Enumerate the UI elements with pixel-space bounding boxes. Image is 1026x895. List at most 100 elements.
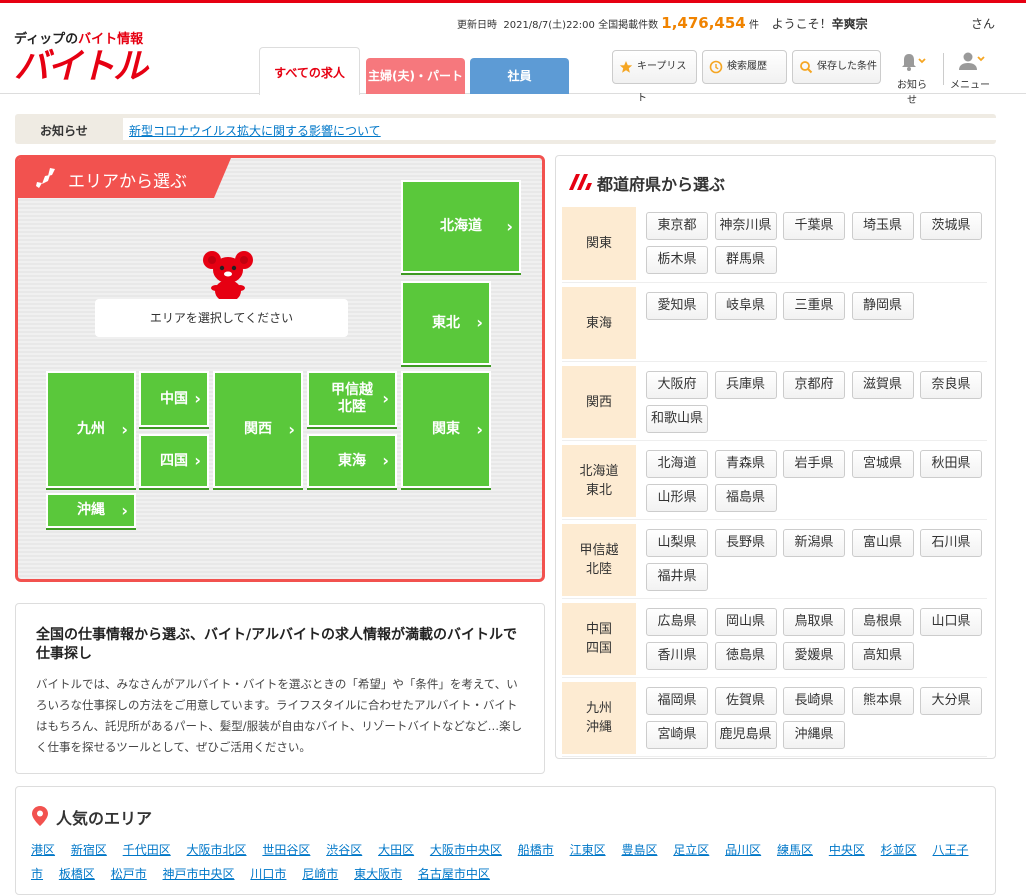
prefecture-button[interactable]: 宮崎県 <box>646 721 708 749</box>
prefecture-button[interactable]: 茨城県 <box>920 212 982 240</box>
prefecture-button[interactable]: 福岡県 <box>646 687 708 715</box>
popular-area-link[interactable]: 杉並区 <box>881 843 917 857</box>
popular-area-link[interactable]: 港区 <box>31 843 55 857</box>
popular-area-link[interactable]: 尼崎市 <box>302 867 338 881</box>
prefecture-button[interactable]: 埼玉県 <box>851 212 914 240</box>
tab-employee[interactable]: 社員 <box>470 58 569 94</box>
search-history-button[interactable]: 検索履歴 <box>702 50 787 84</box>
prefecture-button[interactable]: 北海道 <box>646 450 708 478</box>
prefecture-button[interactable]: 長崎県 <box>783 687 845 715</box>
popular-area-link[interactable]: 大田区 <box>378 843 414 857</box>
prefecture-button[interactable]: 京都府 <box>783 371 845 399</box>
popular-area-link[interactable]: 江東区 <box>570 843 606 857</box>
keep-list-button[interactable]: キープリスト <box>612 50 697 104</box>
popular-area-link[interactable]: 板橋区 <box>59 867 95 881</box>
prefecture-button[interactable]: 東京都 <box>646 212 708 240</box>
updated-label: 更新日時 <box>457 20 497 31</box>
prefecture-button[interactable]: 和歌山県 <box>646 405 708 433</box>
region-chugoku[interactable]: 中国 › <box>139 371 209 427</box>
notice-link[interactable]: 新型コロナウイルス拡大に関する影響について <box>129 124 381 138</box>
region-kansai[interactable]: 関西 › <box>213 371 303 488</box>
region-kyushu[interactable]: 九州 › <box>46 371 136 488</box>
saved-conditions-button[interactable]: 保存した条件 <box>792 50 881 84</box>
menu-label: メニュー <box>950 80 990 91</box>
popular-area-link[interactable]: 松戸市 <box>111 867 147 881</box>
prefecture-button[interactable]: 千葉県 <box>783 212 845 240</box>
popular-area-links: 港区 新宿区 千代田区 大阪市北区 世田谷区 渋谷区 大田区 大阪市中央区 船橋… <box>31 838 981 886</box>
baitoru-logo[interactable]: バイトル <box>14 48 148 86</box>
prefecture-button[interactable]: 徳島県 <box>714 642 777 670</box>
popular-area-link[interactable]: 神戸市中央区 <box>163 867 235 881</box>
prefecture-button[interactable]: 奈良県 <box>920 371 982 399</box>
prefecture-button[interactable]: 岡山県 <box>714 608 777 636</box>
region-okinawa[interactable]: 沖縄 › <box>46 493 136 528</box>
region-tohoku[interactable]: 東北 › <box>401 281 491 365</box>
total-unit: 件 <box>748 20 759 31</box>
logo-tagline-highlight: バイト情報 <box>78 32 144 47</box>
prefecture-button[interactable]: 香川県 <box>646 642 708 670</box>
prefecture-button[interactable]: 福井県 <box>646 563 708 591</box>
prefecture-button[interactable]: 鹿児島県 <box>714 721 777 749</box>
prefecture-button[interactable]: 石川県 <box>920 529 982 557</box>
prefecture-button[interactable]: 熊本県 <box>851 687 914 715</box>
prefecture-button[interactable]: 長野県 <box>714 529 777 557</box>
popular-area-link[interactable]: 品川区 <box>725 843 761 857</box>
prefecture-button[interactable]: 山梨県 <box>646 529 708 557</box>
prefecture-button[interactable]: 愛媛県 <box>783 642 845 670</box>
popular-area-link[interactable]: 豊島区 <box>621 843 657 857</box>
prefecture-button[interactable]: 大阪府 <box>646 371 708 399</box>
prefecture-button[interactable]: 佐賀県 <box>714 687 777 715</box>
tab-part-time[interactable]: 主婦(夫)・パート <box>366 58 465 94</box>
region-shikoku[interactable]: 四国 › <box>139 434 209 488</box>
popular-area-link[interactable]: 渋谷区 <box>326 843 362 857</box>
prefecture-button[interactable]: 滋賀県 <box>851 371 914 399</box>
prefecture-button[interactable]: 栃木県 <box>646 246 708 274</box>
prefecture-button[interactable]: 岐阜県 <box>714 292 777 320</box>
menu-button[interactable]: メニュー <box>950 51 990 91</box>
prefecture-button[interactable]: 神奈川県 <box>714 212 777 240</box>
region-tokai[interactable]: 東海 › <box>307 434 397 488</box>
region-hokkaido[interactable]: 北海道 › <box>401 180 521 273</box>
prefecture-button[interactable]: 静岡県 <box>851 292 914 320</box>
prefecture-button[interactable]: 岩手県 <box>783 450 845 478</box>
prefecture-button[interactable]: 兵庫県 <box>714 371 777 399</box>
prefecture-button[interactable]: 高知県 <box>851 642 914 670</box>
prefecture-button[interactable]: 島根県 <box>851 608 914 636</box>
prefecture-button[interactable]: 沖縄県 <box>783 721 845 749</box>
popular-area-link[interactable]: 名古屋市中区 <box>418 867 490 881</box>
prefecture-button[interactable]: 青森県 <box>714 450 777 478</box>
popular-area-link[interactable]: 足立区 <box>673 843 709 857</box>
notifications-button[interactable]: お知らせ <box>893 51 931 106</box>
prefecture-button[interactable]: 鳥取県 <box>783 608 845 636</box>
popular-area-link[interactable]: 千代田区 <box>123 843 171 857</box>
popular-area-link[interactable]: 大阪市北区 <box>187 843 247 857</box>
area-panel-header: エリアから選ぶ <box>18 158 231 198</box>
prefecture-button[interactable]: 福島県 <box>714 484 777 512</box>
prefecture-button[interactable]: 三重県 <box>783 292 845 320</box>
prefecture-button[interactable]: 群馬県 <box>714 246 777 274</box>
honorific: さん <box>970 17 995 31</box>
prefecture-button[interactable]: 愛知県 <box>646 292 708 320</box>
popular-area-link[interactable]: 東大阪市 <box>354 867 402 881</box>
popular-area-link[interactable]: 川口市 <box>250 867 286 881</box>
prefecture-button[interactable]: 大分県 <box>920 687 982 715</box>
popular-area-link[interactable]: 練馬区 <box>777 843 813 857</box>
prefecture-button[interactable]: 広島県 <box>646 608 708 636</box>
popular-area-link[interactable]: 世田谷区 <box>262 843 310 857</box>
tab-all-jobs[interactable]: すべての求人 <box>259 47 360 95</box>
popular-area-link[interactable]: 中央区 <box>829 843 865 857</box>
region-koshinetsu-hokuriku[interactable]: 甲信越 北陸 › <box>307 371 397 427</box>
popular-area-link[interactable]: 船橋市 <box>518 843 554 857</box>
prefecture-button[interactable]: 山口県 <box>920 608 982 636</box>
prefecture-button[interactable]: 秋田県 <box>920 450 982 478</box>
popular-area-link[interactable]: 大阪市中央区 <box>430 843 502 857</box>
user-name[interactable]: 辛爽宗 <box>832 17 868 31</box>
region-kanto[interactable]: 関東 › <box>401 371 491 488</box>
prefecture-button[interactable]: 新潟県 <box>783 529 845 557</box>
prefecture-button[interactable]: 宮城県 <box>851 450 914 478</box>
prefecture-button[interactable]: 富山県 <box>851 529 914 557</box>
prefecture-group: 中国 四国 広島県 岡山県 鳥取県 島根県 山口県 香川県 徳島県 愛媛県 高知県 <box>562 600 987 678</box>
prefecture-button[interactable]: 山形県 <box>646 484 708 512</box>
location-pin-icon <box>32 806 48 826</box>
popular-area-link[interactable]: 新宿区 <box>71 843 107 857</box>
